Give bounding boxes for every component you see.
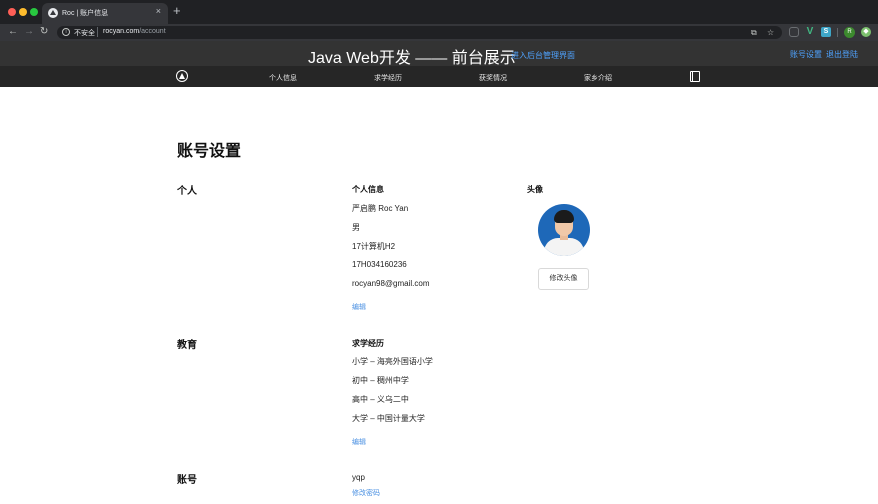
extension-green-icon[interactable]: ◆ <box>861 27 871 37</box>
user-student-id: 17H034160236 <box>352 260 407 269</box>
avatar-hair <box>554 210 574 223</box>
translate-icon[interactable]: ⧉ <box>751 28 757 37</box>
avatar-heading: 头像 <box>527 185 543 194</box>
maximize-window-button[interactable] <box>30 8 38 16</box>
url-text[interactable]: rocyan.com/account <box>103 28 166 35</box>
extension-icon[interactable] <box>789 27 799 37</box>
user-email: rocyan98@gmail.com <box>352 279 430 288</box>
site-title: Java Web开发 —— 前台展示 <box>308 50 516 67</box>
minimize-window-button[interactable] <box>19 8 27 16</box>
nav-item-awards[interactable]: 获奖情况 <box>479 73 507 83</box>
browser-toolbar: ← → ↻ i 不安全 rocyan.com/account ⧉ ☆ V S R… <box>0 24 878 41</box>
section-label-education: 教育 <box>177 340 197 351</box>
main-nav: 个人信息 求学经历 获奖情况 家乡介绍 <box>0 66 878 87</box>
education-item: 大学 – 中国计量大学 <box>352 414 425 423</box>
url-path: /account <box>139 28 166 35</box>
nav-item-hometown[interactable]: 家乡介绍 <box>584 73 612 83</box>
brand-logo-icon[interactable] <box>176 70 188 82</box>
personal-info-heading: 个人信息 <box>352 185 384 194</box>
education-item: 高中 – 义乌二中 <box>352 395 409 404</box>
logout-link[interactable]: 退出登陆 <box>826 49 858 60</box>
reload-icon[interactable]: ↻ <box>40 26 48 38</box>
bookmark-star-icon[interactable]: ☆ <box>767 28 774 37</box>
user-name: 严启鹏 Roc Yan <box>352 204 409 213</box>
change-avatar-button[interactable]: 修改头像 <box>538 268 589 290</box>
section-label-account: 账号 <box>177 475 197 486</box>
site-favicon-icon <box>48 8 58 18</box>
back-arrow-icon[interactable]: ← <box>8 26 18 38</box>
education-item: 初中 – 稠州中学 <box>352 376 409 385</box>
user-gender: 男 <box>352 223 360 232</box>
forward-arrow-icon[interactable]: → <box>24 26 34 38</box>
security-label: 不安全 <box>74 30 95 37</box>
url-divider <box>97 27 98 37</box>
admin-panel-link[interactable]: 进入后台管理界面 <box>511 50 575 61</box>
edit-personal-link[interactable]: 编辑 <box>352 302 366 312</box>
user-class: 17计算机H2 <box>352 242 396 251</box>
edit-education-link[interactable]: 编辑 <box>352 437 366 447</box>
site-header: Java Web开发 —— 前台展示 进入后台管理界面 账号设置 退出登陆 <box>0 41 878 67</box>
nav-item-education[interactable]: 求学经历 <box>374 73 402 83</box>
close-window-button[interactable] <box>8 8 16 16</box>
account-settings-link[interactable]: 账号设置 <box>790 49 822 60</box>
account-username: yqp <box>352 473 365 482</box>
page-title: 账号设置 <box>177 143 242 160</box>
education-item: 小学 – 海亮外国语小学 <box>352 357 433 366</box>
avatar-shirt <box>544 238 584 256</box>
extension-s-icon[interactable]: S <box>821 27 831 37</box>
tab-title: Roc | 账户信息 <box>62 10 109 17</box>
toolbar-divider <box>837 28 838 37</box>
book-icon[interactable] <box>690 71 700 82</box>
profile-avatar-icon[interactable]: R <box>844 27 855 38</box>
section-label-personal: 个人 <box>177 186 197 197</box>
tab-close-icon[interactable]: × <box>156 6 161 16</box>
vue-devtools-icon[interactable]: V <box>805 27 815 37</box>
browser-tab-strip: Roc | 账户信息 × + <box>0 0 878 24</box>
browser-tab[interactable]: Roc | 账户信息 × <box>42 3 168 24</box>
avatar <box>538 204 590 256</box>
education-heading: 求学经历 <box>352 339 384 348</box>
nav-item-personal-info[interactable]: 个人信息 <box>269 73 297 83</box>
info-icon[interactable]: i <box>62 28 70 36</box>
url-host: rocyan.com <box>103 28 140 35</box>
address-bar[interactable]: i 不安全 rocyan.com/account ⧉ ☆ <box>57 26 782 39</box>
new-tab-button[interactable]: + <box>173 4 181 18</box>
change-password-link[interactable]: 修改密码 <box>352 488 380 498</box>
